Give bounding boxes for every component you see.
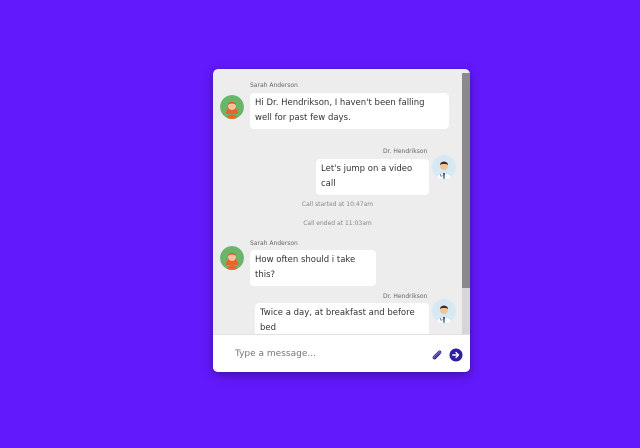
doctor-avatar [432,155,456,179]
call-status-text: Call started at 10:47am [301,201,374,208]
message-composer [213,334,470,372]
call-status-text: Call ended at 11:03am [303,220,372,227]
message-bubble: Let's jump on a video call [316,159,429,195]
scroll-thumb[interactable] [462,73,470,288]
sender-name: Dr. Hendrikson [383,148,428,155]
message-bubble: How often should i take this? [250,250,376,286]
message-list[interactable]: Sarah Anderson Hi Dr. Hendrikson, I have… [213,69,462,334]
doctor-avatar [432,299,456,323]
arrow-right-circle-icon[interactable] [449,347,463,362]
scrollbar[interactable] [462,73,470,334]
message-bubble: Twice a day, at breakfast and before bed [255,303,429,334]
sender-name: Sarah Anderson [250,82,298,89]
sender-name: Dr. Hendrikson [383,293,428,300]
paperclip-icon[interactable] [430,347,444,361]
sender-name: Sarah Anderson [250,240,298,247]
patient-avatar [220,95,244,119]
message-input[interactable] [225,345,425,363]
message-bubble: Hi Dr. Hendrikson, I haven't been fallin… [250,93,449,129]
chat-window: Sarah Anderson Hi Dr. Hendrikson, I have… [213,69,470,372]
patient-avatar [220,246,244,270]
